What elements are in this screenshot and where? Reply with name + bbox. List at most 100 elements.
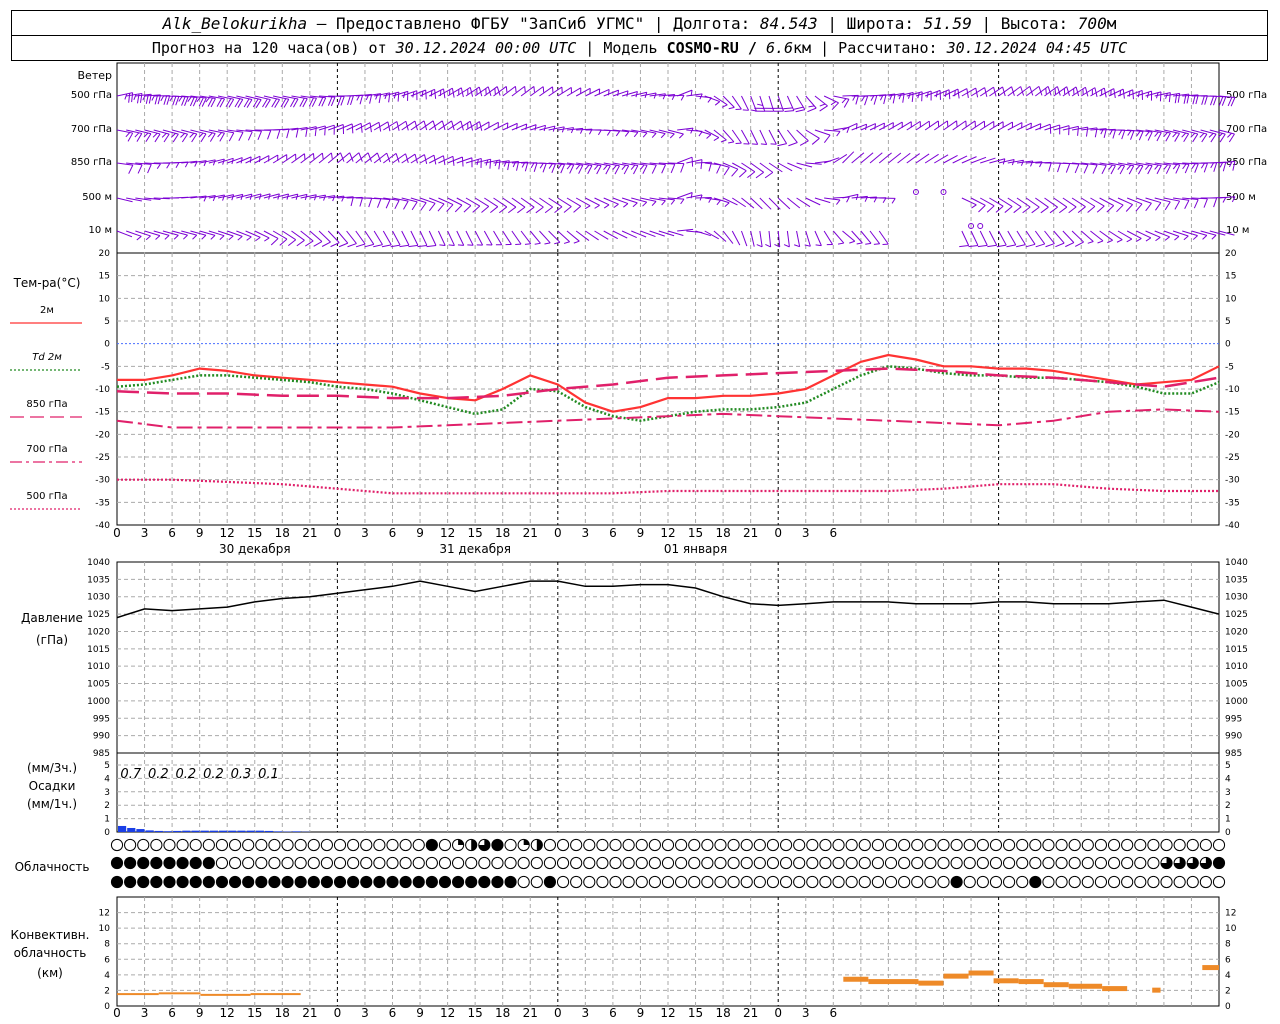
cloud-symbol-fill [295,876,307,888]
wind-barb-flag [1101,165,1107,175]
wind-barb [879,197,896,204]
cloud-symbol-outline [556,856,570,870]
wind-barb-shaft [759,230,763,247]
wind-level-label-left: 850 гПа [71,157,112,168]
hour-label: 12 [660,526,675,540]
temp-tick-left: 5 [104,317,110,327]
cloud-symbol-outline [1147,856,1160,870]
wind-barb-shaft [502,230,512,245]
precip-tick-right: 3 [1225,788,1231,798]
date-label: 30 декабря [219,542,291,556]
wind-barb-shaft [410,89,426,97]
wind-barb [1035,161,1052,172]
wind-barb-flag [1168,92,1171,103]
wind-barb-shaft [915,90,932,97]
temp-tick-right: -20 [1225,430,1240,440]
wind-level-label-left: 500 м [82,192,112,203]
precip-bar [255,830,264,832]
hour-label: 0 [774,1006,782,1020]
pressure-tick-right: 1015 [1225,645,1248,655]
wind-barb-flag [861,95,866,102]
cloud-symbol-fill [1029,876,1041,888]
cloud-symbol [228,856,242,870]
conv-title-1: Конвективн. [11,928,90,942]
wind-barb-flag [1163,164,1168,170]
wind-level-label-left: 500 гПа [71,90,112,101]
cloud-symbol [845,856,858,870]
hour-label: 6 [168,1006,176,1020]
wind-barb-flag [1108,164,1113,170]
wind-barb-flag [1203,163,1208,173]
cloud-symbol [268,875,281,889]
cloud-symbol-outline [570,856,583,870]
cloud-symbol [714,875,727,889]
conv-tick-left: 12 [99,909,110,919]
wind-barb-flag [1213,197,1218,208]
wind-barb [869,230,881,245]
cloud-symbol [438,875,452,889]
pressure-unit: (гПа) [36,633,68,647]
temp-legend-label: 700 гПа [26,444,67,455]
hour-label: 21 [523,1006,538,1020]
wind-barb [474,121,490,131]
cloud-symbol [242,838,255,852]
cloud-symbol [294,875,307,889]
cloud-symbol [793,856,806,870]
wind-barb-flag [480,158,482,168]
cloud-symbol [333,838,347,852]
cloud-symbol-fill [150,857,162,869]
wind-barb-shaft [814,95,828,107]
wind-barb-flag [180,132,186,138]
wind-barb-flag [1127,130,1132,136]
wind-barb-shaft [254,230,270,239]
cloud-symbol [294,856,307,870]
cloud-symbol-outline [124,838,137,852]
cloud-symbol-outline [491,856,504,870]
precip-unit-1h: (мм/1ч.) [27,797,77,811]
wind-barb-flag [1118,129,1123,136]
wind-barb-flag [606,130,611,136]
precip-3h-label: 0.7 [120,767,141,782]
cloud-symbol-outline [622,838,635,852]
cloud-symbol-outline [360,838,373,852]
cloud-symbol-outline [635,856,648,870]
wind-barb-flag [680,163,685,173]
cloud-symbol [110,838,124,852]
wind-barb [575,87,591,97]
wind-barb-flag [145,235,151,241]
wind-barb-flag [1204,95,1208,105]
cloud-symbol-outline [1147,838,1160,852]
cloud-symbol-outline [215,838,229,852]
wind-barb [989,121,1004,131]
cloud-symbol [504,875,517,889]
cloud-symbol [347,838,360,852]
wind-barb-flag [420,202,427,211]
wind-barb [116,129,134,142]
pressure-tick-right: 985 [1225,749,1242,759]
hour-label: 18 [495,526,510,540]
cloud-symbol-fill [1213,857,1225,869]
calm-wind-circle [977,223,984,229]
cloud-symbol-outline [163,838,176,852]
conv-segment [200,993,251,996]
hour-label: 21 [743,1006,758,1020]
wind-barb-shaft [346,122,362,131]
cloud-symbol [766,838,780,852]
wind-barb-flag [137,164,143,174]
cloud-symbol-outline [1081,856,1094,870]
wind-barb-flag [1213,162,1218,172]
wind-barb-shaft [878,230,889,245]
wind-barb [814,129,831,143]
wind-barb-shaft [740,230,748,247]
cloud-symbol [871,856,885,870]
wind-barb [364,197,382,208]
wind-barb [1025,230,1036,248]
wind-barb-flag [228,132,235,142]
cloud-symbol-fill [176,876,189,888]
hour-label: 12 [440,1006,455,1020]
cloud-symbol-fill [452,876,464,888]
precip-3h-label: 0.2 [176,767,197,782]
wind-barb [998,159,1015,166]
wind-barb-flag [411,201,418,211]
wind-barb [741,95,750,111]
